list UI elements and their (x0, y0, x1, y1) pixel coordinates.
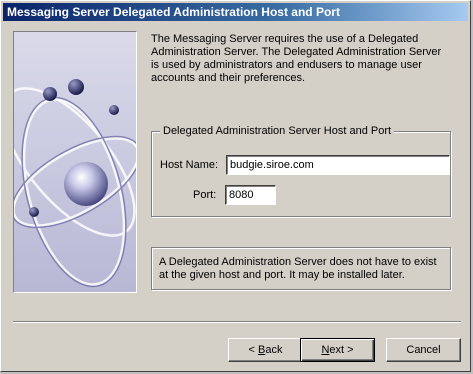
info-note-text: A Delegated Administration Server does n… (159, 256, 437, 281)
cancel-button[interactable]: Cancel (386, 338, 461, 362)
atom-orbit-illustration (14, 32, 136, 292)
window-title: Messaging Server Delegated Administratio… (7, 5, 340, 19)
wizard-side-graphic (13, 31, 137, 293)
port-input[interactable] (225, 185, 276, 205)
info-note-box: A Delegated Administration Server does n… (151, 247, 451, 290)
groupbox-title: Delegated Administration Server Host and… (160, 125, 395, 138)
next-button-mnemonic: N (321, 344, 330, 356)
wizard-dialog: Messaging Server Delegated Administratio… (0, 0, 471, 372)
button-separator (13, 321, 461, 323)
next-button-rest: ext > (329, 344, 354, 356)
host-name-label: Host Name: (160, 159, 219, 171)
host-port-groupbox: Delegated Administration Server Host and… (151, 125, 451, 217)
description-text: The Messaging Server requires the use of… (151, 33, 442, 84)
back-button-rest: ack (265, 344, 283, 356)
next-button[interactable]: Next > (300, 338, 375, 362)
back-button-prefix: < (248, 344, 258, 356)
title-bar[interactable]: Messaging Server Delegated Administratio… (3, 3, 468, 21)
back-button[interactable]: < Back (228, 338, 303, 362)
host-name-input[interactable] (226, 155, 450, 175)
back-button-mnemonic: B (258, 344, 266, 356)
port-label: Port: (193, 189, 217, 201)
